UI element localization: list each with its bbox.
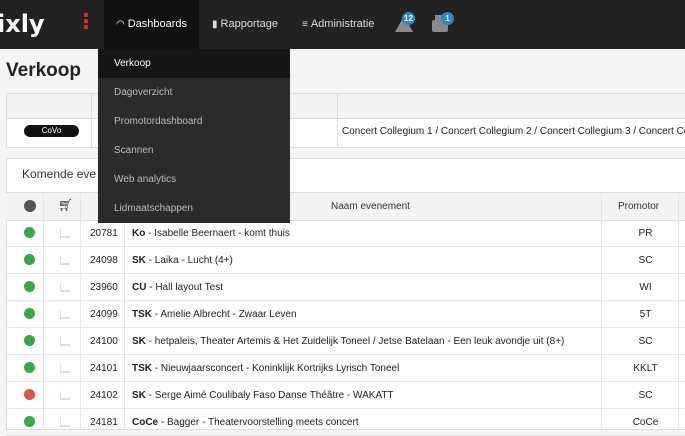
event-id: 24100	[90, 336, 118, 347]
event-promotor: CoCe	[632, 417, 659, 428]
globe-status-icon[interactable]	[24, 308, 35, 319]
event-name-link[interactable]: TSK - Amelie Albrecht - Zwaar Leven	[132, 309, 297, 320]
column-header-promotor: Promotor	[618, 201, 660, 212]
event-id: 24181	[90, 417, 118, 428]
cart-icon[interactable]	[60, 391, 70, 400]
divider	[337, 94, 338, 147]
logo-mark-icon	[84, 13, 88, 35]
venue-list-text: Concert Collegium 1 / Concert Collegium …	[342, 126, 685, 137]
nav-rapportage-label: Rapportage	[220, 18, 279, 30]
event-promotor: KKLT	[633, 363, 658, 374]
event-title: - Amelie Albrecht - Zwaar Leven	[152, 309, 297, 320]
event-title: - hetpaleis, Theater Artemis & Het Zuide…	[145, 336, 565, 347]
event-name-link[interactable]: SK - Serge Aimé Coulibaly Faso Danse Thé…	[132, 390, 394, 401]
event-name-link[interactable]: CU - Hall layout Test	[132, 282, 223, 293]
event-title: - Laika - Lucht (4+)	[145, 255, 233, 266]
nav-administratie[interactable]: ≡ Administratie	[290, 0, 386, 49]
print-badge: 1	[441, 12, 454, 25]
event-code: CU	[132, 282, 147, 293]
event-code: SK	[132, 255, 146, 266]
event-promotor: SC	[638, 336, 653, 347]
column-header-name: Naam evenement	[331, 201, 410, 212]
events-panel-title: Komende eve	[22, 167, 97, 181]
table-row[interactable]: 24099 TSK - Amelie Albrecht - Zwaar Leven…	[6, 301, 685, 328]
globe-icon	[24, 200, 36, 212]
cart-icon[interactable]	[60, 229, 70, 238]
venue-tag-badge: CoVo	[24, 125, 79, 137]
globe-status-icon[interactable]	[24, 389, 35, 400]
event-promotor: SC	[638, 390, 653, 401]
globe-status-icon[interactable]	[24, 362, 35, 373]
globe-status-icon[interactable]	[24, 335, 35, 346]
event-title: - Nieuwjaarsconcert - Koninklijk Kortrij…	[152, 363, 400, 374]
menu-item-scannen[interactable]: Scannen	[98, 136, 290, 165]
event-id: 24099	[90, 309, 118, 320]
table-row[interactable]: 20781 Ko - Isabelle Beernaert - komt thui…	[6, 220, 685, 247]
event-title: - Hall layout Test	[146, 282, 223, 293]
event-promotor: PR	[638, 228, 653, 239]
event-name-link[interactable]: SK - hetpaleis, Theater Artemis & Het Zu…	[132, 336, 564, 347]
cart-icon[interactable]	[60, 337, 70, 346]
nav-dashboards-label: Dashboards	[127, 18, 188, 30]
table-row[interactable]: 24102 SK - Serge Aimé Coulibaly Faso Dans…	[6, 382, 685, 409]
event-code: SK	[132, 390, 146, 401]
cart-icon: 🛒︎	[58, 198, 74, 212]
menu-item-web-analytics[interactable]: Web analytics	[98, 165, 290, 194]
event-id: 24098	[90, 255, 118, 266]
event-code: TSK	[132, 309, 152, 320]
table-row[interactable]: 24098 SK - Laika - Lucht (4+) SC	[6, 247, 685, 274]
event-name-link[interactable]: CoCe - Bagger - Theatervoorstelling meet…	[132, 417, 359, 428]
gauge-icon: ◠	[116, 19, 125, 30]
globe-status-icon[interactable]	[24, 227, 35, 238]
cart-icon[interactable]	[60, 256, 70, 265]
table-row[interactable]: 24101 TSK - Nieuwjaarsconcert - Koninklij…	[6, 355, 685, 382]
event-promotor: 5T	[639, 309, 652, 320]
menu-item-verkoop[interactable]: Verkoop	[98, 49, 290, 78]
menu-item-promotordashboard[interactable]: Promotordashboard	[98, 107, 290, 136]
event-name-link[interactable]: Ko - Isabelle Beernaert - komt thuis	[132, 228, 290, 239]
event-name-link[interactable]: TSK - Nieuwjaarsconcert - Koninklijk Kor…	[132, 363, 399, 374]
menu-item-lidmaatschappen[interactable]: Lidmaatschappen	[98, 194, 290, 223]
nav-dashboards[interactable]: ◠ Dashboards	[104, 0, 200, 49]
cart-icon[interactable]	[60, 418, 70, 427]
event-id: 23960	[90, 282, 118, 293]
cart-icon[interactable]	[60, 364, 70, 373]
globe-status-icon[interactable]	[24, 281, 35, 292]
dashboards-dropdown-menu: Verkoop Dagoverzicht Promotordashboard S…	[98, 49, 290, 223]
cart-icon[interactable]	[60, 310, 70, 319]
table-row[interactable]: 23960 CU - Hall layout Test WI	[6, 274, 685, 301]
cart-icon[interactable]	[60, 283, 70, 292]
event-code: Ko	[132, 228, 146, 239]
table-row[interactable]: 24181 CoCe - Bagger - Theatervoorstelling…	[6, 409, 685, 436]
database-icon: ≡	[302, 19, 308, 30]
event-title: - Bagger - Theatervoorstelling meets con…	[158, 417, 359, 428]
event-code: SK	[132, 336, 146, 347]
alerts-badge: 12	[402, 12, 415, 25]
event-code: CoCe	[132, 417, 159, 428]
event-title: - Isabelle Beernaert - komt thuis	[145, 228, 290, 239]
nav-rapportage[interactable]: ▮ Rapportage	[200, 0, 290, 49]
event-id: 20781	[90, 228, 118, 239]
event-id: 24101	[90, 363, 118, 374]
event-promotor: SC	[638, 255, 653, 266]
event-name-link[interactable]: SK - Laika - Lucht (4+)	[132, 255, 233, 266]
event-promotor: WI	[639, 282, 652, 293]
divider	[91, 94, 92, 147]
nav-administratie-label: Administratie	[310, 18, 375, 30]
event-title: - Serge Aimé Coulibaly Faso Danse Théâtr…	[145, 390, 394, 401]
globe-status-icon[interactable]	[24, 416, 35, 427]
bar-chart-icon: ▮	[212, 19, 218, 30]
event-code: TSK	[132, 363, 152, 374]
event-id: 24102	[90, 390, 118, 401]
menu-item-dagoverzicht[interactable]: Dagoverzicht	[98, 78, 290, 107]
top-navbar: ixly ◠ Dashboards ▮ Rapportage ≡ Administra…	[0, 0, 685, 49]
globe-status-icon[interactable]	[24, 254, 35, 265]
table-row[interactable]: 24100 SK - hetpaleis, Theater Artemis & H…	[6, 328, 685, 355]
page-title: Verkoop	[6, 60, 81, 81]
app-logo[interactable]: ixly	[0, 10, 45, 38]
